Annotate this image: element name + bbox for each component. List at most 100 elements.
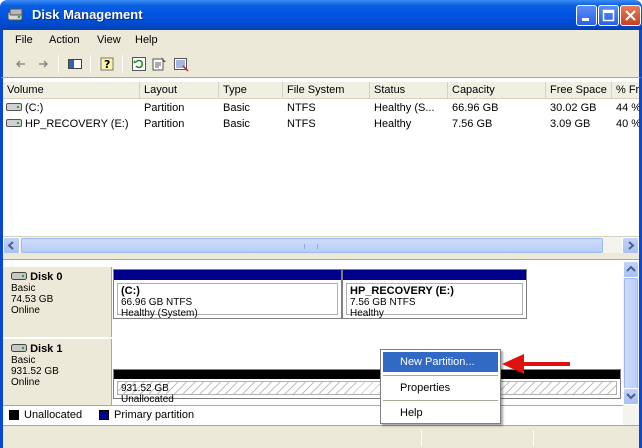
partition-size: 7.56 GB NTFS — [350, 297, 416, 308]
legend: Unallocated Primary partition — [3, 405, 623, 424]
percent-free-cell: 44 % — [616, 102, 639, 114]
refresh-icon[interactable] — [131, 56, 147, 72]
column-header-type[interactable]: Type — [219, 82, 283, 99]
table-row[interactable]: HP_RECOVERY (E:) Partition Basic NTFS He… — [3, 116, 639, 132]
column-header-percent-free[interactable]: % Fr — [612, 82, 639, 99]
chevron-down-icon — [626, 393, 636, 400]
menu-bar: File Action View Help — [0, 30, 642, 50]
close-button[interactable] — [620, 5, 641, 26]
volume-name: (C:) — [25, 102, 44, 114]
status-cell: Healthy (S... — [374, 102, 435, 114]
chevron-left-icon — [7, 241, 14, 250]
disk-type: Basic — [11, 283, 36, 294]
status-bar — [3, 425, 639, 448]
legend-primary-partition: Primary partition — [114, 409, 195, 421]
disk-graphical-view[interactable]: Disk 0 Basic 74.53 GB Online (C:) 66.96 … — [3, 261, 623, 425]
annotation-arrow-icon — [502, 354, 570, 374]
menu-separator — [383, 375, 498, 376]
menu-item-properties[interactable]: Properties — [383, 378, 498, 398]
scroll-right-button[interactable] — [622, 237, 639, 254]
disk-size: 74.53 GB — [11, 294, 54, 305]
disk-1-label[interactable]: Disk 1 Basic 931.52 GB Online — [3, 339, 112, 405]
disk-management-icon — [7, 8, 23, 21]
partition-title: (C:) — [121, 285, 140, 297]
help-icon[interactable]: ? — [99, 56, 115, 72]
vertical-scroll-thumb[interactable] — [624, 278, 638, 390]
pane-splitter[interactable] — [3, 253, 639, 260]
volume-name: HP_RECOVERY (E:) — [25, 118, 129, 130]
properties-icon[interactable] — [151, 56, 167, 72]
unallocated-size: 931.52 GB — [121, 383, 169, 394]
volume-cell: (C:) — [6, 100, 138, 116]
capacity-cell: 7.56 GB — [452, 118, 493, 130]
minimize-icon — [582, 18, 589, 21]
column-header-volume[interactable]: Volume — [3, 82, 140, 99]
toolbar: ? — [0, 50, 642, 78]
column-header-free-space[interactable]: Free Space — [546, 82, 612, 99]
vertical-scrollbar[interactable] — [623, 261, 639, 425]
status-divider — [533, 430, 534, 446]
column-header-file-system[interactable]: File System — [283, 82, 370, 99]
menu-item-help[interactable]: Help — [383, 403, 498, 423]
legend-unallocated: Unallocated — [24, 409, 83, 421]
volume-list[interactable]: Volume Layout Type File System Status Ca… — [3, 82, 639, 250]
export-icon[interactable] — [173, 56, 189, 72]
svg-text:?: ? — [104, 58, 110, 71]
drive-icon — [6, 119, 22, 127]
menu-separator — [383, 400, 498, 401]
disk-0-label[interactable]: Disk 0 Basic 74.53 GB Online — [3, 267, 112, 337]
maximize-icon — [602, 9, 615, 22]
window-title: Disk Management — [32, 7, 143, 22]
primary-partition-swatch — [99, 410, 109, 420]
volume-list-header: Volume Layout Type File System Status Ca… — [3, 82, 639, 99]
menu-help[interactable]: Help — [135, 34, 158, 46]
menu-action[interactable]: Action — [49, 34, 80, 46]
file-system-cell: NTFS — [287, 102, 316, 114]
unallocated-status: Unallocated — [121, 394, 174, 405]
menu-view[interactable]: View — [97, 34, 121, 46]
maximize-button[interactable] — [598, 5, 619, 26]
toolbar-separator — [58, 55, 59, 73]
disk-icon — [11, 344, 27, 352]
forward-arrow-icon[interactable] — [35, 56, 51, 72]
context-menu: New Partition... Properties Help — [380, 349, 501, 424]
menu-file[interactable]: File — [15, 34, 33, 46]
disk-state: Online — [11, 377, 40, 388]
drive-icon — [6, 103, 22, 111]
partition-info: (C:) 66.96 GB NTFS Healthy (System) — [117, 283, 338, 319]
free-space-cell: 3.09 GB — [550, 118, 591, 130]
percent-free-cell: 40 % — [616, 118, 639, 130]
disk-type: Basic — [11, 355, 36, 366]
column-header-capacity[interactable]: Capacity — [448, 82, 546, 99]
table-row[interactable]: (C:) Partition Basic NTFS Healthy (S... … — [3, 100, 639, 116]
scroll-up-button[interactable] — [623, 261, 639, 278]
minimize-button[interactable] — [576, 5, 597, 26]
horizontal-scroll-thumb[interactable] — [21, 238, 603, 253]
column-header-status[interactable]: Status — [370, 82, 448, 99]
scroll-left-button[interactable] — [3, 237, 20, 254]
file-system-cell: NTFS — [287, 118, 316, 130]
disk-state: Online — [11, 305, 40, 316]
column-header-layout[interactable]: Layout — [140, 82, 219, 99]
status-divider — [421, 430, 422, 446]
scroll-down-button[interactable] — [623, 388, 639, 405]
partition-hp-recovery[interactable]: HP_RECOVERY (E:) 7.56 GB NTFS Healthy — [342, 269, 527, 319]
console-tree-icon[interactable] — [67, 56, 83, 72]
disk-size: 931.52 GB — [11, 366, 59, 377]
partition-c[interactable]: (C:) 66.96 GB NTFS Healthy (System) — [113, 269, 342, 319]
disk-name: Disk 1 — [30, 343, 63, 355]
primary-partition-bar — [343, 270, 526, 280]
free-space-cell: 30.02 GB — [550, 102, 597, 114]
horizontal-scrollbar[interactable] — [3, 236, 639, 254]
layout-cell: Partition — [144, 102, 185, 114]
title-bar[interactable]: Disk Management — [0, 0, 642, 30]
partition-info: HP_RECOVERY (E:) 7.56 GB NTFS Healthy — [346, 283, 523, 319]
menu-item-new-partition[interactable]: New Partition... — [383, 352, 498, 372]
back-arrow-icon[interactable] — [13, 56, 29, 72]
partition-status: Healthy — [350, 308, 384, 319]
chevron-up-icon — [626, 265, 636, 272]
disk-icon — [11, 272, 27, 280]
toolbar-separator — [90, 55, 91, 73]
type-cell: Basic — [223, 102, 250, 114]
type-cell: Basic — [223, 118, 250, 130]
